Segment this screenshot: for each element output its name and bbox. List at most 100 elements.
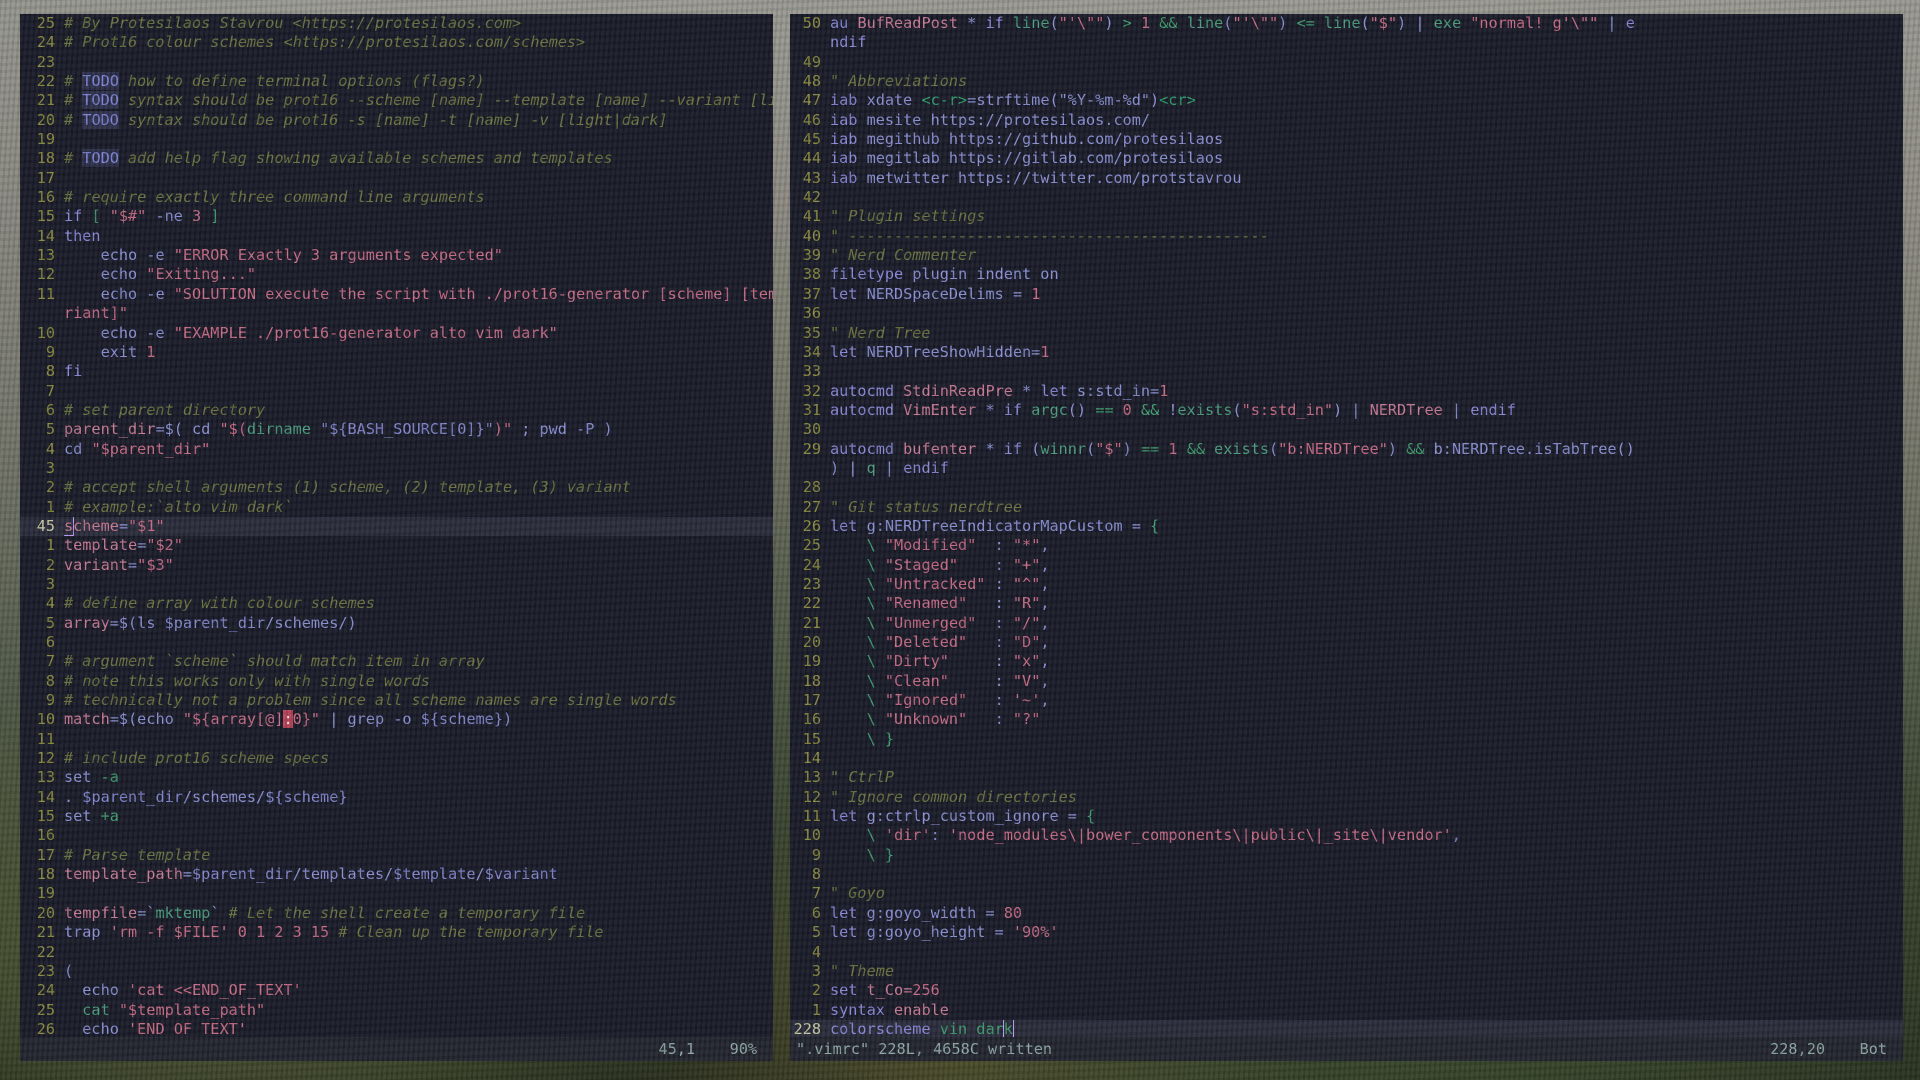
editor-line[interactable]: 9 exit 1 <box>20 343 773 362</box>
editor-line[interactable]: 32 autocmd StdinReadPre * let s:std_in=1 <box>790 382 1903 401</box>
editor-line[interactable]: 12 echo "Exiting..." <box>20 265 773 284</box>
editor-line[interactable]: 2 variant="$3" <box>20 556 773 575</box>
editor-line[interactable]: ndif <box>790 33 1903 52</box>
editor-line[interactable]: 41 " Plugin settings <box>790 207 1903 226</box>
editor-line[interactable]: 19 \ "Dirty" : "x", <box>790 652 1903 671</box>
editor-line[interactable]: 7 " Goyo <box>790 884 1903 903</box>
editor-line[interactable]: 5 parent_dir=$( cd "$(dirname "${BASH_SOU… <box>20 420 773 439</box>
editor-line[interactable]: 13 echo -e "ERROR Exactly 3 arguments ex… <box>20 246 773 265</box>
editor-line[interactable]: 10 match=$(echo "${array[@]:0}" | grep -o… <box>20 710 773 729</box>
editor-line[interactable]: 22 <box>20 943 773 962</box>
editor-line[interactable]: 49 <box>790 53 1903 72</box>
editor-line[interactable]: 2 set t_Co=256 <box>790 981 1903 1000</box>
editor-line[interactable]: 6 let g:goyo_width = 80 <box>790 904 1903 923</box>
editor-line[interactable]: 21 trap 'rm -f $FILE' 0 1 2 3 15 # Clean … <box>20 923 773 942</box>
editor-line[interactable]: 23 ( <box>20 962 773 981</box>
editor-line[interactable]: 19 <box>20 884 773 903</box>
editor-line[interactable]: 48 " Abbreviations <box>790 72 1903 91</box>
editor-line[interactable]: 20 \ "Deleted" : "D", <box>790 633 1903 652</box>
editor-line[interactable]: 15 \ } <box>790 730 1903 749</box>
vim-window-left[interactable]: 25 # By Protesilaos Stavrou <https://prot… <box>20 14 773 1061</box>
editor-line[interactable]: 14 <box>790 749 1903 768</box>
editor-buffer-right[interactable]: 50 au BufReadPost * if line("'\"") > 1 &&… <box>790 14 1903 1037</box>
editor-line[interactable]: 21 # TODO syntax should be prot16 --schem… <box>20 91 773 110</box>
editor-line[interactable]: 1 template="$2" <box>20 536 773 555</box>
editor-line[interactable]: 38 filetype plugin indent on <box>790 265 1903 284</box>
editor-line[interactable]: 8 <box>790 865 1903 884</box>
editor-line[interactable]: 34 let NERDTreeShowHidden=1 <box>790 343 1903 362</box>
editor-line[interactable]: 6 <box>20 633 773 652</box>
editor-line[interactable]: riant]" <box>20 304 773 323</box>
editor-line[interactable]: 11 <box>20 730 773 749</box>
editor-line[interactable]: 13 " CtrlP <box>790 768 1903 787</box>
editor-line[interactable]: 3 <box>20 575 773 594</box>
editor-line[interactable]: 22 \ "Renamed" : "R", <box>790 594 1903 613</box>
editor-line[interactable]: 25 \ "Modified" : "*", <box>790 536 1903 555</box>
editor-line[interactable]: 8 # note this works only with single word… <box>20 672 773 691</box>
editor-line[interactable]: 18 \ "Clean" : "V", <box>790 672 1903 691</box>
editor-line[interactable]: 45 iab megithub https://github.com/protes… <box>790 130 1903 149</box>
editor-line[interactable]: 26 echo 'END_OF_TEXT' <box>20 1020 773 1037</box>
editor-buffer-left[interactable]: 25 # By Protesilaos Stavrou <https://prot… <box>20 14 773 1037</box>
editor-line[interactable]: 1 syntax enable <box>790 1001 1903 1020</box>
editor-line[interactable]: 14 then <box>20 227 773 246</box>
editor-line[interactable]: 30 <box>790 420 1903 439</box>
editor-line[interactable]: 14. $parent_dir/schemes/${scheme} <box>20 788 773 807</box>
editor-line[interactable]: 40 " ------------------------------------… <box>790 227 1903 246</box>
editor-line[interactable]: 24 echo 'cat <<END_OF_TEXT' <box>20 981 773 1000</box>
editor-line[interactable]: 50 au BufReadPost * if line("'\"") > 1 &&… <box>790 14 1903 33</box>
editor-line[interactable]: 17 \ "Ignored" : '~', <box>790 691 1903 710</box>
editor-line[interactable]: 16 \ "Unknown" : "?" <box>790 710 1903 729</box>
editor-line[interactable]: 23 <box>20 53 773 72</box>
editor-line[interactable]: 16 # require exactly three command line a… <box>20 188 773 207</box>
editor-line[interactable]: 2 # accept shell arguments (1) scheme, (2… <box>20 478 773 497</box>
editor-line[interactable]: 5 array=$(ls $parent_dir/schemes/) <box>20 614 773 633</box>
editor-line[interactable]: 17 # Parse template <box>20 846 773 865</box>
editor-line[interactable]: 13 set -a <box>20 768 773 787</box>
editor-line[interactable]: 7 # argument `scheme` should match item i… <box>20 652 773 671</box>
editor-cursor-line[interactable]: 45 scheme="$1" <box>20 516 773 537</box>
editor-line[interactable]: 26 let g:NERDTreeIndicatorMapCustom = { <box>790 517 1903 536</box>
editor-line[interactable]: 18 template_path=$parent_dir/templates/$t… <box>20 865 773 884</box>
editor-line[interactable]: 18 # TODO add help flag showing available… <box>20 149 773 168</box>
editor-line[interactable]: 25 # By Protesilaos Stavrou <https://prot… <box>20 14 773 33</box>
editor-line[interactable]: 39 " Nerd Commenter <box>790 246 1903 265</box>
editor-line[interactable]: 9 # technically not a problem since all s… <box>20 691 773 710</box>
editor-line[interactable]: 11 let g:ctrlp_custom_ignore = { <box>790 807 1903 826</box>
editor-line[interactable]: 24 \ "Staged" : "+", <box>790 556 1903 575</box>
editor-line[interactable]: 25 cat "$template_path" <box>20 1001 773 1020</box>
editor-line[interactable]: ) | q | endif <box>790 459 1903 478</box>
editor-line[interactable]: 36 <box>790 304 1903 323</box>
editor-line[interactable]: 10 \ 'dir': 'node_modules\|bower_compone… <box>790 826 1903 845</box>
editor-line[interactable]: 12 # include prot16 scheme specs <box>20 749 773 768</box>
editor-line[interactable]: 23 \ "Untracked" : "^", <box>790 575 1903 594</box>
editor-line[interactable]: 19 <box>20 130 773 149</box>
editor-line[interactable]: 4 # define array with colour schemes <box>20 594 773 613</box>
editor-line[interactable]: 37 let NERDSpaceDelims = 1 <box>790 285 1903 304</box>
editor-line[interactable]: 11 echo -e "SOLUTION execute the script … <box>20 285 773 304</box>
editor-line[interactable]: 1 # example:`alto vim dark` <box>20 498 773 517</box>
editor-line[interactable]: 10 echo -e "EXAMPLE ./prot16-generator a… <box>20 324 773 343</box>
editor-line[interactable]: 27 " Git status nerdtree <box>790 498 1903 517</box>
editor-line[interactable]: 28 <box>790 478 1903 497</box>
editor-line[interactable]: 35 " Nerd Tree <box>790 324 1903 343</box>
editor-line[interactable]: 12 " Ignore common directories <box>790 788 1903 807</box>
editor-line[interactable]: 24 # Prot16 colour schemes <https://prote… <box>20 33 773 52</box>
editor-line[interactable]: 5 let g:goyo_height = '90%' <box>790 923 1903 942</box>
editor-line[interactable]: 31 autocmd VimEnter * if argc() == 0 && !… <box>790 401 1903 420</box>
editor-line[interactable]: 20 tempfile=`mktemp` # Let the shell crea… <box>20 904 773 923</box>
editor-cursor-line[interactable]: 228 colorscheme vin_dark <box>790 1019 1903 1037</box>
editor-line[interactable]: 4 cd "$parent_dir" <box>20 440 773 459</box>
editor-line[interactable]: 43 iab metwitter https://twitter.com/prot… <box>790 169 1903 188</box>
editor-line[interactable]: 15 set +a <box>20 807 773 826</box>
editor-line[interactable]: 46 iab mesite https://protesilaos.com/ <box>790 111 1903 130</box>
editor-line[interactable]: 33 <box>790 362 1903 381</box>
editor-line[interactable]: 29 autocmd bufenter * if (winnr("$") == 1… <box>790 440 1903 459</box>
editor-line[interactable]: 47 iab xdate <c-r>=strftime("%Y-%m-%d")<c… <box>790 91 1903 110</box>
editor-line[interactable]: 9 \ } <box>790 846 1903 865</box>
editor-line[interactable]: 21 \ "Unmerged" : "/", <box>790 614 1903 633</box>
editor-line[interactable]: 4 <box>790 943 1903 962</box>
editor-line[interactable]: 3 <box>20 459 773 478</box>
vim-window-right[interactable]: 50 au BufReadPost * if line("'\"") > 1 &&… <box>790 14 1903 1061</box>
editor-line[interactable]: 6 # set parent directory <box>20 401 773 420</box>
